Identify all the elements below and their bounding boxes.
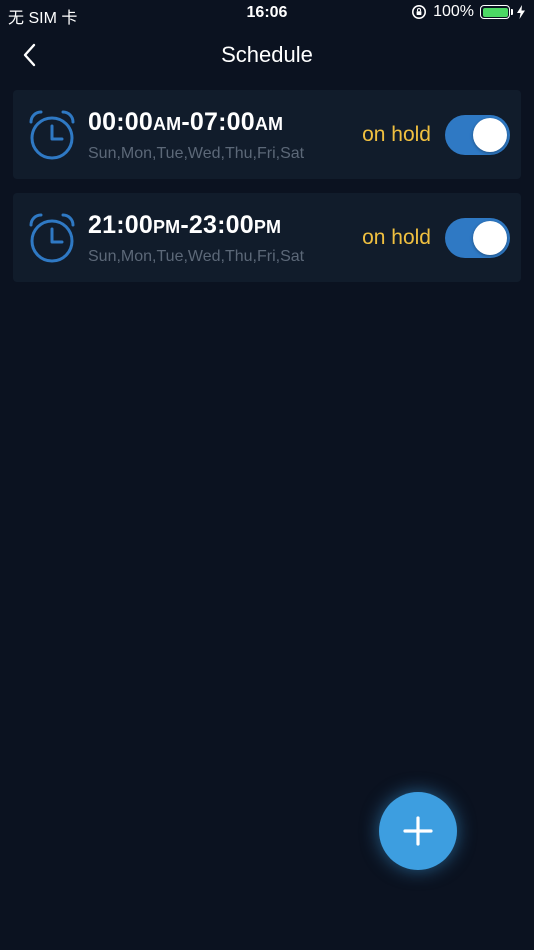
schedule-card[interactable]: 00:00AM-07:00AM Sun,Mon,Tue,Wed,Thu,Fri,… bbox=[13, 90, 521, 179]
start-time: 21:00 bbox=[88, 211, 153, 239]
status-bar: 无 SIM 卡 16:06 100% bbox=[0, 0, 534, 28]
schedule-toggle[interactable] bbox=[445, 218, 510, 258]
schedule-status: on hold bbox=[362, 123, 431, 146]
schedule-time-range: 21:00PM-23:00PM bbox=[88, 211, 281, 240]
status-indicators: 100% bbox=[411, 3, 526, 21]
page-title: Schedule bbox=[221, 42, 313, 67]
plus-icon bbox=[403, 816, 433, 846]
end-time: 23:00 bbox=[188, 211, 254, 239]
time-separator: - bbox=[181, 108, 190, 136]
start-time: 00:00 bbox=[88, 108, 153, 136]
battery-icon bbox=[480, 5, 513, 19]
schedule-status: on hold bbox=[362, 226, 431, 249]
schedule-card[interactable]: 21:00PM-23:00PM Sun,Mon,Tue,Wed,Thu,Fri,… bbox=[13, 193, 521, 282]
start-suffix: PM bbox=[152, 217, 181, 237]
alarm-clock-icon bbox=[29, 110, 75, 160]
navigation-bar: Schedule bbox=[0, 30, 534, 80]
toggle-knob bbox=[473, 118, 507, 152]
battery-level bbox=[482, 7, 508, 17]
add-schedule-button[interactable] bbox=[379, 792, 457, 870]
battery-percentage: 100% bbox=[433, 3, 474, 20]
alarm-clock-icon bbox=[29, 213, 75, 263]
end-suffix: PM bbox=[253, 217, 282, 237]
schedule-days: Sun,Mon,Tue,Wed,Thu,Fri,Sat bbox=[88, 248, 305, 265]
charging-bolt-icon bbox=[517, 5, 525, 19]
schedule-screen: 无 SIM 卡 16:06 100% Schedule 00:00AM-07:0… bbox=[0, 0, 534, 950]
schedule-time-range: 00:00AM-07:00AM bbox=[88, 108, 283, 137]
start-suffix: AM bbox=[152, 114, 182, 134]
end-time: 07:00 bbox=[189, 108, 255, 136]
schedule-toggle[interactable] bbox=[445, 115, 510, 155]
end-suffix: AM bbox=[254, 114, 284, 134]
toggle-knob bbox=[473, 221, 507, 255]
schedule-days: Sun,Mon,Tue,Wed,Thu,Fri,Sat bbox=[88, 145, 305, 162]
time-separator: - bbox=[180, 211, 189, 239]
orientation-lock-icon bbox=[412, 5, 427, 19]
